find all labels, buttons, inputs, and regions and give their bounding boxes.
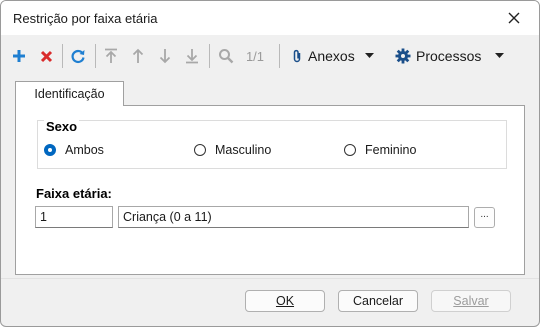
arrow-up-icon [132, 48, 144, 63]
refresh-icon [71, 49, 85, 64]
ok-button[interactable]: OK [245, 290, 325, 312]
tab-panel: Sexo Ambos Masculino Feminino Faixa etár… [15, 105, 525, 275]
radio-label: Feminino [365, 143, 417, 157]
save-button[interactable]: Salvar [431, 290, 511, 312]
chevron-down-icon [364, 53, 374, 58]
add-button[interactable] [9, 43, 29, 69]
attachments-label: Anexos [308, 48, 355, 64]
previous-record-button[interactable] [128, 43, 148, 69]
first-record-button[interactable] [101, 43, 121, 69]
pager-indicator: 1/1 [242, 43, 268, 69]
sex-group-title: Sexo [44, 119, 80, 134]
radio-both[interactable]: Ambos [44, 141, 104, 159]
radio-unselected-icon [344, 144, 356, 156]
lookup-button[interactable]: ... [474, 207, 495, 228]
chevron-down-icon [495, 53, 505, 58]
toolbar-separator [279, 44, 280, 68]
toolbar: 1/1 Anexos Processos [1, 35, 539, 77]
tab-label: Identificação [34, 87, 105, 101]
toolbar-separator [95, 44, 96, 68]
cancel-label: Cancelar [352, 294, 404, 308]
save-label: Salvar [453, 294, 489, 308]
ok-label: OK [275, 294, 295, 308]
arrow-to-top-icon [105, 48, 117, 63]
plus-icon [13, 50, 25, 62]
cancel-button[interactable]: Cancelar [338, 290, 418, 312]
refresh-button[interactable] [67, 43, 89, 69]
toolbar-separator [209, 44, 210, 68]
pager-text: 1/1 [245, 48, 265, 64]
age-range-code-input[interactable]: 1 [35, 206, 113, 228]
age-range-description-field[interactable]: Criança (0 a 11) [118, 206, 469, 228]
window-title: Restrição por faixa etária [13, 11, 158, 26]
processes-menu-button[interactable]: Processos [395, 43, 507, 69]
radio-selected-icon [44, 144, 56, 156]
search-button[interactable] [215, 43, 237, 69]
arrow-down-icon [159, 49, 171, 64]
search-icon [219, 49, 234, 64]
radio-female[interactable]: Feminino [344, 141, 416, 159]
gear-icon [395, 48, 411, 64]
radio-label: Masculino [215, 143, 272, 157]
age-range-label: Faixa etária: [36, 186, 112, 201]
attachments-menu-button[interactable]: Anexos [291, 43, 385, 69]
arrow-to-bottom-icon [186, 49, 198, 64]
delete-x-icon [40, 50, 52, 62]
delete-button[interactable] [36, 43, 56, 69]
close-button[interactable] [501, 5, 527, 31]
next-record-button[interactable] [155, 43, 175, 69]
dialog-window: Restrição por faixa etária 1/1 Anexos Pr… [0, 0, 540, 327]
footer-divider [1, 278, 539, 279]
close-icon [508, 12, 520, 24]
paperclip-icon [293, 49, 301, 63]
radio-unselected-icon [194, 144, 206, 156]
tab-identification[interactable]: Identificação [15, 81, 124, 106]
title-bar: Restrição por faixa etária [1, 1, 539, 35]
sex-group: Sexo Ambos Masculino Feminino [37, 119, 507, 169]
last-record-button[interactable] [182, 43, 202, 69]
radio-label: Ambos [65, 143, 104, 157]
toolbar-separator [62, 44, 63, 68]
radio-male[interactable]: Masculino [194, 141, 271, 159]
processes-label: Processos [416, 48, 482, 64]
